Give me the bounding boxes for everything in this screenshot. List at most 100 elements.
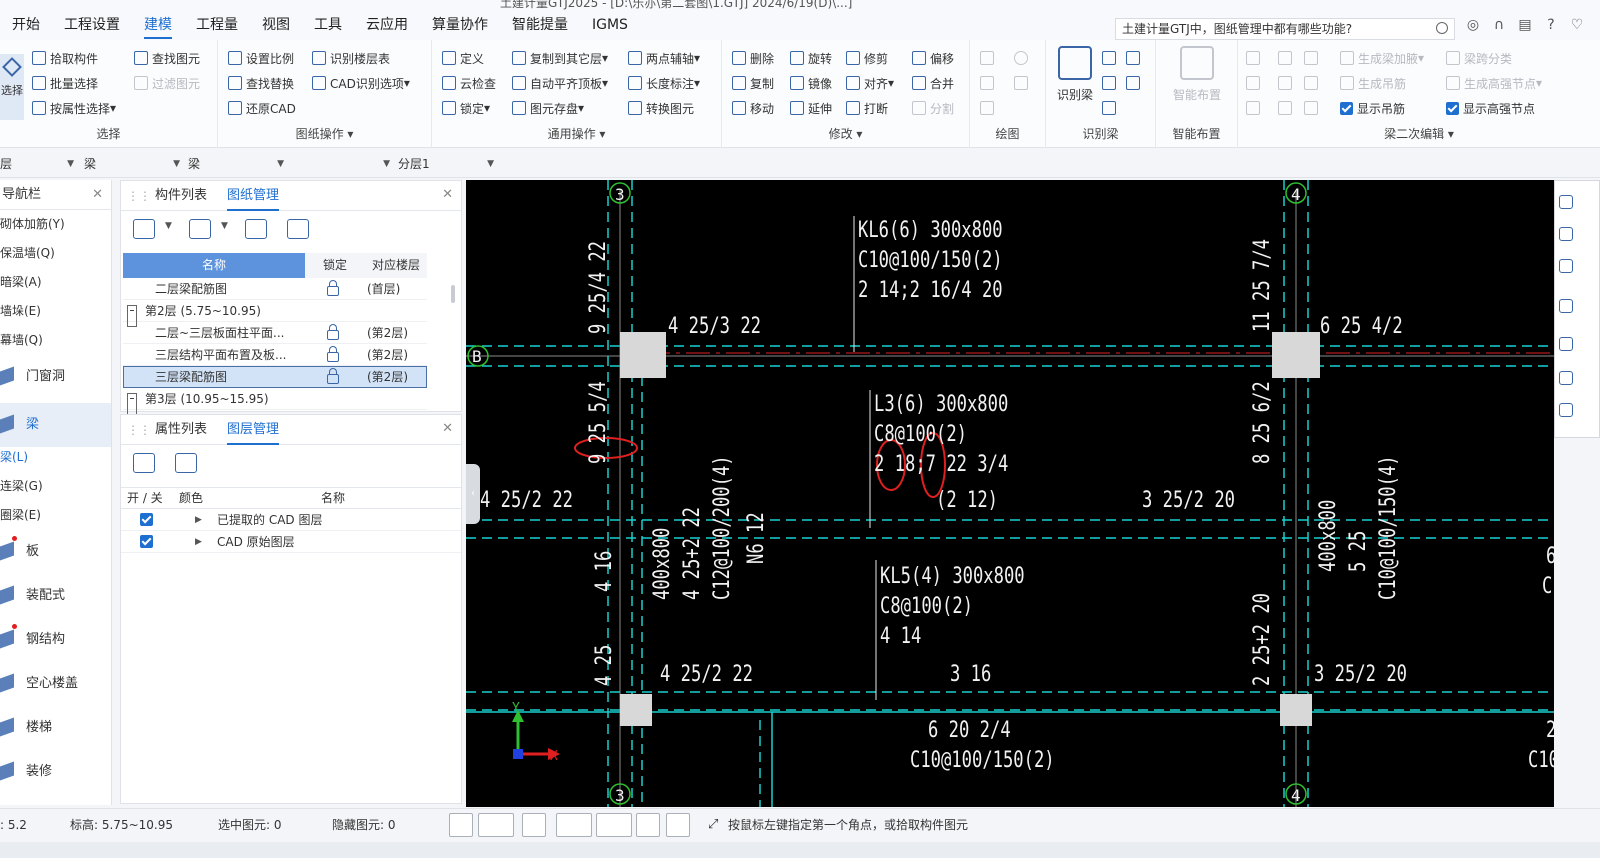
chevron-right-icon[interactable]: ▶ (195, 509, 202, 531)
nav-item[interactable]: 钢结构 (0, 618, 111, 662)
nav-item[interactable]: 板 (0, 530, 111, 574)
identify-tool-5[interactable] (1102, 98, 1120, 118)
restore-cad-button[interactable]: 还原CAD (228, 98, 296, 118)
ortho-button[interactable] (449, 813, 473, 837)
category-select[interactable]: 梁 ▼ (84, 154, 180, 174)
draw-circle-button[interactable] (1014, 48, 1032, 68)
nav-item[interactable]: 保温墙(Q) (0, 239, 111, 268)
chevron-right-icon[interactable]: ▶ (195, 531, 202, 553)
refresh-icon[interactable] (245, 219, 267, 239)
two-point-axis-button[interactable]: 两点辅轴 ▾ (628, 48, 700, 68)
smart-layout-button[interactable]: 智能布置 (1160, 46, 1234, 103)
floor-select[interactable]: 层 ▼ (0, 154, 74, 174)
beam-span-class-button[interactable]: 梁跨分类 (1446, 48, 1512, 68)
trash-icon[interactable] (287, 219, 309, 239)
drawing-row[interactable]: (第2层) 三层梁配筋图 (123, 366, 427, 388)
beam2-tool-1[interactable] (1246, 48, 1322, 68)
select-mode-button[interactable] (478, 813, 514, 837)
nav-item[interactable]: 幕墙(Q) (0, 326, 111, 355)
close-icon[interactable]: ✕ (442, 187, 453, 202)
view-tool-6-icon[interactable] (1559, 371, 1573, 385)
extend-button[interactable]: 延伸 (790, 98, 832, 118)
calendar-icon[interactable]: ▤ (1517, 17, 1533, 33)
menu-tab-cloud[interactable]: 云应用 (354, 10, 420, 40)
select-button[interactable]: 选择 (0, 54, 24, 120)
auto-align-slab-button[interactable]: 自动平齐顶板 ▾ (512, 73, 608, 93)
nav-item[interactable]: 梁 (0, 403, 111, 447)
convert-element-button[interactable]: 转换图元 (628, 98, 694, 118)
delete-button[interactable]: 删除 (732, 48, 774, 68)
scrollbar[interactable] (451, 285, 455, 303)
view-tool-3-icon[interactable] (1559, 259, 1573, 273)
merge-button[interactable]: 合并 (912, 73, 954, 93)
drawing-row[interactable]: (第2层) 二层~三层板面柱平面... (123, 322, 427, 344)
show-hs-node-checkbox[interactable]: 显示高强节点 (1446, 98, 1535, 118)
type-select[interactable]: 梁 ▼ (188, 154, 284, 174)
nav-item[interactable]: 装修 (0, 750, 111, 794)
find-replace-button[interactable]: 查找替换 (228, 73, 294, 93)
nav-item[interactable]: 暗梁(A) (0, 268, 111, 297)
menu-tab-modeling[interactable]: 建模 (132, 10, 184, 40)
layer-row[interactable]: ▶ 已提取的 CAD 图层 (121, 509, 461, 531)
identify-beam-button[interactable]: 识别梁 (1050, 46, 1100, 103)
lock-icon[interactable] (327, 278, 339, 300)
lock-icon[interactable] (327, 366, 339, 388)
drawing-row[interactable]: (第2层) 三层结构平面布置及板... (123, 344, 427, 366)
drag-handle-icon[interactable]: ⋮⋮ (127, 189, 151, 203)
lock-icon[interactable] (327, 322, 339, 344)
cad-canvas[interactable]: 3 4 B 3 4 KL6(6) 300x800 C10@100/150(2) … (466, 180, 1554, 807)
tab-layer-manager[interactable]: 图层管理 (227, 415, 280, 445)
select-by-attr-button[interactable]: 按属性选择 ▾ (32, 98, 116, 118)
layer-visible-checkbox[interactable] (140, 535, 153, 548)
draw-point-button[interactable] (980, 48, 998, 68)
help-search-input[interactable]: 土建计量GTJ中，图纸管理中都有哪些功能? (1115, 18, 1455, 40)
menu-tab-quantity[interactable]: 工程量 (184, 10, 250, 40)
track-button[interactable] (666, 813, 690, 837)
identify-tool-1[interactable] (1102, 48, 1144, 68)
layer-select[interactable]: 分层1 ▼ (398, 154, 494, 174)
nav-item[interactable]: 装配式 (0, 574, 111, 618)
gen-hs-node-button[interactable]: 生成高强节点 ▾ (1446, 73, 1542, 93)
break-button[interactable]: 打断 (846, 98, 888, 118)
layer-visible-checkbox[interactable] (140, 513, 153, 526)
collapse-panel-handle[interactable]: ‹ (466, 464, 480, 524)
identify-tool-3[interactable] (1102, 73, 1144, 93)
search-icon[interactable] (1436, 22, 1448, 34)
length-dim-button[interactable]: 长度标注 ▾ (628, 73, 700, 93)
nav-item[interactable]: 连梁(G) (0, 472, 111, 501)
tab-component-list[interactable]: 构件列表 (155, 181, 207, 211)
view-tool-7-icon[interactable] (1559, 403, 1573, 417)
show-hanger-checkbox[interactable]: 显示吊筋 (1340, 98, 1405, 118)
menu-tab-project-settings[interactable]: 工程设置 (52, 10, 132, 40)
view-tool-1-icon[interactable] (1559, 195, 1573, 209)
set-scale-button[interactable]: 设置比例 (228, 48, 294, 68)
pick-component-button[interactable]: 拾取构件 (32, 48, 98, 68)
close-icon[interactable]: ✕ (92, 180, 103, 210)
move-button[interactable]: 移动 (732, 98, 774, 118)
snap-button[interactable] (596, 813, 632, 837)
copy-button[interactable]: 复制 (732, 73, 774, 93)
cross-select-button[interactable] (522, 813, 546, 837)
floor-group-row[interactable]: 第2层 (5.75~10.95) (123, 300, 427, 327)
view-tool-5-icon[interactable] (1559, 337, 1573, 351)
draw-rect-button[interactable] (1014, 73, 1032, 93)
nav-item[interactable]: 门窗洞 (0, 355, 111, 399)
draw-arc-button[interactable] (980, 98, 998, 118)
component-select[interactable]: ▼ (294, 154, 390, 174)
drawing-row[interactable]: (首层) 二层梁配筋图 (123, 278, 427, 300)
layer-row[interactable]: ▶ CAD 原始图层 (121, 531, 461, 553)
close-icon[interactable]: ✕ (442, 421, 453, 436)
find-element-button[interactable]: 查找图元 (134, 48, 200, 68)
tab-property-list[interactable]: 属性列表 (155, 415, 207, 445)
nav-item[interactable]: 空心楼盖 (0, 662, 111, 706)
chevron-down-icon[interactable]: ▼ (165, 221, 172, 231)
nav-item[interactable]: 楼梯 (0, 706, 111, 750)
gen-hanger-button[interactable]: 生成吊筋 (1340, 73, 1406, 93)
help-icon[interactable]: ? (1543, 17, 1559, 33)
copy-to-layer-button[interactable]: 复制到其它层 ▾ (512, 48, 608, 68)
offset-button[interactable]: 偏移 (912, 48, 954, 68)
gen-haunch-button[interactable]: 生成梁加腋 ▾ (1340, 48, 1424, 68)
tab-drawing-manager[interactable]: 图纸管理 (227, 181, 280, 211)
user-icon[interactable]: ◎ (1465, 17, 1481, 33)
layer-tool-2-icon[interactable] (175, 453, 197, 473)
